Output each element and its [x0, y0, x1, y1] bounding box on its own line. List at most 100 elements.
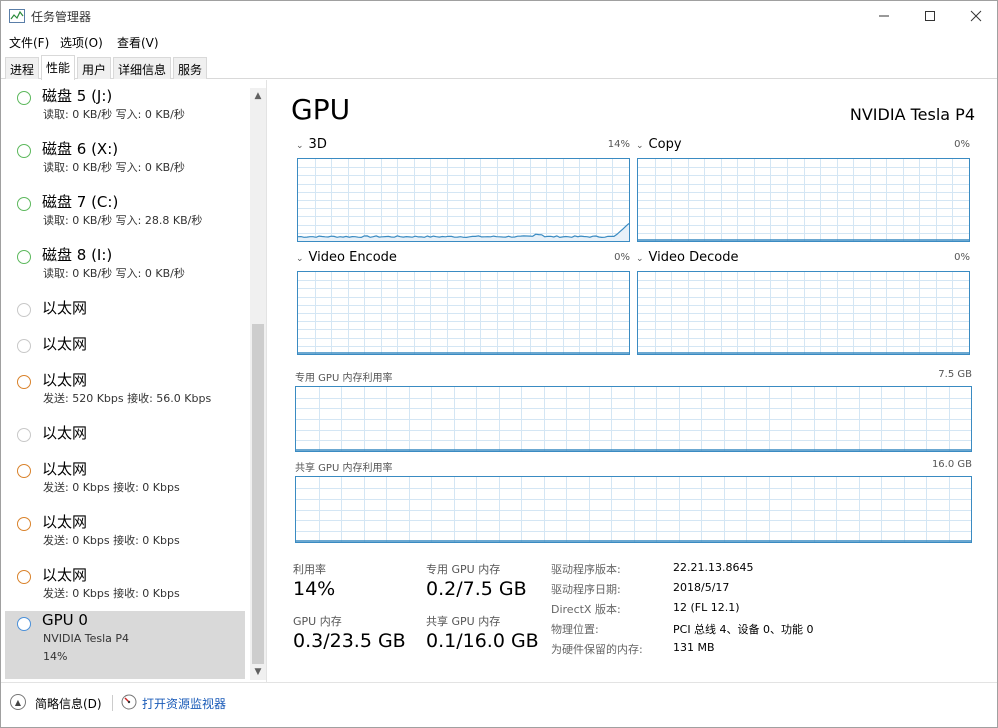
sidebar-item-name: 磁盘 5 (J:): [42, 87, 113, 105]
directx-version-label: DirectX 版本:: [551, 603, 621, 616]
status-circle-icon: [17, 144, 31, 158]
utilization-value: 14%: [293, 578, 336, 600]
sidebar-item[interactable]: 以太网: [5, 297, 245, 331]
tab-services[interactable]: 服务: [173, 57, 208, 79]
driver-date-value: 2018/5/17: [673, 581, 730, 594]
window-title: 任务管理器: [31, 10, 92, 24]
sidebar-item-detail: NVIDIA Tesla P4: [43, 632, 130, 645]
graph-3d: [297, 158, 630, 242]
shared-mem-label: 共享 GPU 内存利用率: [295, 463, 393, 474]
physical-location-value: PCI 总线 4、设备 0、功能 0: [673, 623, 814, 636]
sidebar-item[interactable]: 以太网 发送: 0 Kbps 接收: 0 Kbps: [5, 564, 245, 614]
sidebar-item-name: 以太网: [42, 424, 88, 442]
sidebar-item-detail: 发送: 520 Kbps 接收: 56.0 Kbps: [43, 392, 212, 405]
gpu-mem-stat-value: 0.3/23.5 GB: [293, 630, 406, 652]
graph-video-encode: [297, 271, 630, 355]
page-title: GPU: [291, 93, 351, 126]
open-resource-monitor-link[interactable]: 打开资源监视器: [142, 695, 226, 712]
scroll-down-arrow-icon[interactable]: ▼: [250, 664, 266, 680]
graph-pct-video-decode: 0%: [954, 252, 970, 263]
status-circle-icon: [17, 570, 31, 584]
maximize-button[interactable]: [907, 1, 953, 31]
sidebar-item[interactable]: 以太网: [5, 422, 245, 456]
graph-copy: [637, 158, 970, 242]
menu-options[interactable]: 选项(O): [60, 34, 103, 51]
sidebar-item[interactable]: 以太网 发送: 0 Kbps 接收: 0 Kbps: [5, 458, 245, 508]
dedicated-mem-stat-value: 0.2/7.5 GB: [426, 578, 527, 600]
sidebar-item-name: GPU 0: [42, 611, 88, 629]
sidebar-item-detail: 发送: 0 Kbps 接收: 0 Kbps: [43, 534, 180, 547]
maximize-icon: [925, 11, 935, 21]
utilization-label: 利用率: [293, 563, 326, 576]
chevron-up-icon[interactable]: ▲: [10, 694, 26, 710]
menu-bar: 文件(F) 选项(O) 查看(V): [1, 31, 997, 53]
sidebar-item-name: 以太网: [42, 513, 88, 531]
status-circle-icon: [17, 428, 31, 442]
graph-label-3d[interactable]: ⌄ 3D: [296, 137, 327, 152]
sidebar-item-name: 以太网: [42, 299, 88, 317]
reserved-memory-value: 131 MB: [673, 641, 715, 654]
gpu-mem-stat-label: GPU 内存: [293, 615, 342, 628]
sidebar-item-percent: 14%: [43, 650, 68, 663]
shared-mem-cap: 16.0 GB: [931, 459, 972, 470]
task-manager-window: 任务管理器 文件(F) 选项(O) 查看(V) 进程 性能 用户 详细信息 服务…: [0, 0, 998, 728]
gpu-model-name: NVIDIA Tesla P4: [849, 105, 975, 124]
footer-separator: [112, 695, 113, 711]
minimize-button[interactable]: [861, 1, 907, 31]
directx-version-value: 12 (FL 12.1): [673, 601, 740, 614]
sidebar-item-detail: 读取: 0 KB/秒 写入: 0 KB/秒: [43, 161, 185, 174]
menu-file[interactable]: 文件(F): [9, 34, 49, 51]
driver-version-value: 22.21.13.8645: [673, 561, 754, 574]
status-circle-icon: [17, 303, 31, 317]
resource-monitor-icon: [121, 694, 137, 710]
performance-sidebar: 磁盘 5 (J:) 读取: 0 KB/秒 写入: 0 KB/秒 磁盘 6 (X:) 读…: [1, 80, 267, 682]
sidebar-scrollbar[interactable]: ▲ ▼: [250, 88, 266, 680]
sidebar-item-detail: 读取: 0 KB/秒 写入: 0 KB/秒: [43, 108, 185, 121]
graph-dedicated-mem: [295, 386, 972, 452]
dedicated-mem-label: 专用 GPU 内存利用率: [295, 373, 393, 384]
title-bar: 任务管理器: [1, 1, 997, 31]
chevron-down-icon: ⌄: [296, 254, 304, 264]
menu-view[interactable]: 查看(V): [117, 34, 159, 51]
dedicated-mem-cap: 7.5 GB: [938, 369, 972, 380]
dedicated-mem-stat-label: 专用 GPU 内存: [426, 563, 501, 576]
graph-label-copy[interactable]: ⌄ Copy: [636, 137, 682, 152]
graph-label-video-encode[interactable]: ⌄ Video Encode: [296, 250, 397, 265]
graph-video-decode: [637, 271, 970, 355]
chevron-down-icon: ⌄: [636, 254, 644, 264]
fewer-details-button[interactable]: 简略信息(D): [35, 695, 102, 712]
graph-shared-mem: [295, 476, 972, 543]
sidebar-item-name: 磁盘 7 (C:): [42, 193, 119, 211]
shared-mem-stat-value: 0.1/16.0 GB: [426, 630, 539, 652]
tab-details[interactable]: 详细信息: [113, 57, 172, 79]
sidebar-item-detail: 读取: 0 KB/秒 写入: 0 KB/秒: [43, 267, 185, 280]
sidebar-item-name: 以太网: [42, 566, 88, 584]
sidebar-item-name: 以太网: [42, 335, 88, 353]
physical-location-label: 物理位置:: [551, 623, 599, 636]
tab-users[interactable]: 用户: [77, 57, 112, 79]
sidebar-item[interactable]: 磁盘 7 (C:) 读取: 0 KB/秒 写入: 28.8 KB/秒: [5, 191, 245, 241]
sidebar-item[interactable]: 以太网发送: 0 Kbps 接收: 0 Kbps: [5, 511, 245, 561]
scrollbar-thumb[interactable]: [252, 324, 264, 664]
driver-version-label: 驱动程序版本:: [551, 563, 621, 576]
sidebar-item[interactable]: 以太网发送: 520 Kbps 接收: 56.0 Kbps: [5, 369, 245, 419]
status-circle-icon: [17, 339, 31, 353]
sidebar-item[interactable]: 磁盘 5 (J:) 读取: 0 KB/秒 写入: 0 KB/秒: [5, 85, 245, 135]
graph-label-video-decode[interactable]: ⌄ Video Decode: [636, 250, 738, 265]
chevron-down-icon: ⌄: [636, 141, 644, 151]
minimize-icon: [879, 15, 889, 17]
sidebar-item-name: 以太网: [42, 371, 88, 389]
close-button[interactable]: [953, 1, 998, 31]
shared-mem-stat-label: 共享 GPU 内存: [426, 615, 501, 628]
status-circle-icon: [17, 197, 31, 211]
tab-performance[interactable]: 性能: [41, 55, 76, 80]
sidebar-item[interactable]: 磁盘 6 (X:) 读取: 0 KB/秒 写入: 0 KB/秒: [5, 138, 245, 188]
status-circle-icon: [17, 91, 31, 105]
scroll-up-arrow-icon[interactable]: ▲: [250, 88, 266, 104]
graph-pct-3d: 14%: [607, 139, 630, 150]
tab-processes[interactable]: 进程: [5, 57, 40, 79]
sidebar-item[interactable]: 磁盘 8 (I:) 读取: 0 KB/秒 写入: 0 KB/秒: [5, 244, 245, 294]
reserved-memory-label: 为硬件保留的内存:: [551, 643, 643, 656]
sidebar-item-gpu-0[interactable]: GPU 0 NVIDIA Tesla P4 14%: [5, 611, 245, 679]
sidebar-item[interactable]: 以太网: [5, 333, 245, 367]
